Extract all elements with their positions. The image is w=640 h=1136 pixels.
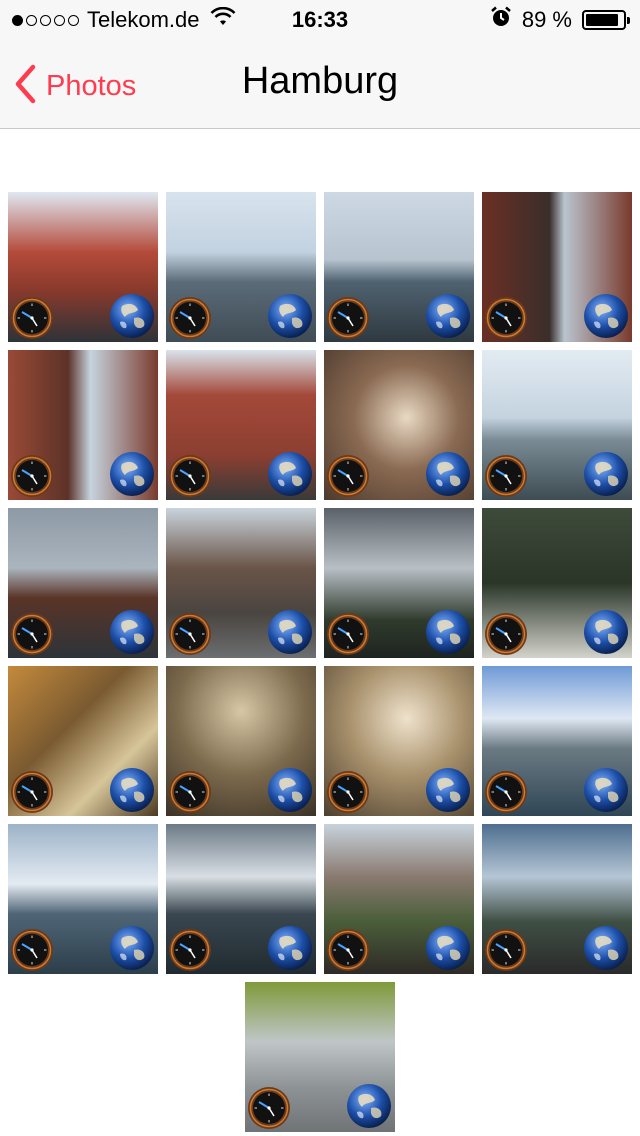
photo-thumbnail[interactable] xyxy=(8,192,158,342)
clock-icon xyxy=(326,770,370,814)
clock-icon xyxy=(484,770,528,814)
photo-thumbnail[interactable] xyxy=(324,192,474,342)
photo-thumbnail[interactable] xyxy=(8,508,158,658)
photo-thumbnail[interactable] xyxy=(8,666,158,816)
globe-icon xyxy=(582,924,630,972)
globe-icon xyxy=(424,766,472,814)
photo-thumbnail[interactable] xyxy=(8,824,158,974)
globe-icon xyxy=(108,608,156,656)
photo-thumbnail[interactable] xyxy=(482,666,632,816)
photo-thumbnail[interactable] xyxy=(166,508,316,658)
photo-thumbnail[interactable] xyxy=(482,350,632,500)
photo-thumbnail[interactable] xyxy=(166,666,316,816)
photo-thumbnail[interactable] xyxy=(482,192,632,342)
battery-percent: 89 % xyxy=(521,7,572,32)
photo-grid[interactable] xyxy=(0,0,640,1136)
globe-icon xyxy=(582,608,630,656)
status-right: 89 % xyxy=(490,6,630,34)
clock-icon xyxy=(10,454,54,498)
page-title: Hamburg xyxy=(241,60,399,102)
clock-icon xyxy=(484,296,528,340)
clock-icon xyxy=(168,454,212,498)
clock-icon xyxy=(10,612,54,656)
globe-icon xyxy=(108,924,156,972)
clock-icon xyxy=(168,928,212,972)
photo-thumbnail[interactable] xyxy=(324,824,474,974)
clock-icon xyxy=(484,612,528,656)
globe-icon xyxy=(582,766,630,814)
photo-thumbnail[interactable] xyxy=(166,192,316,342)
globe-icon xyxy=(266,766,314,814)
photo-thumbnail[interactable] xyxy=(166,824,316,974)
clock-icon xyxy=(326,454,370,498)
globe-icon xyxy=(424,608,472,656)
globe-icon xyxy=(424,450,472,498)
clock-icon xyxy=(168,296,212,340)
globe-icon xyxy=(108,292,156,340)
clock-icon xyxy=(247,1086,291,1130)
clock-icon xyxy=(10,296,54,340)
clock-icon xyxy=(326,296,370,340)
photo-thumbnail[interactable] xyxy=(324,666,474,816)
globe-icon xyxy=(108,450,156,498)
navigation-bar: Photos Hamburg xyxy=(0,40,640,129)
globe-icon xyxy=(266,450,314,498)
clock-icon xyxy=(168,612,212,656)
battery-icon xyxy=(582,10,630,30)
status-bar: Telekom.de 16:33 89 % xyxy=(0,0,640,40)
clock-icon xyxy=(484,928,528,972)
globe-icon xyxy=(266,292,314,340)
globe-icon xyxy=(108,766,156,814)
globe-icon xyxy=(266,608,314,656)
battery-fill xyxy=(586,14,619,26)
globe-icon xyxy=(345,1082,393,1130)
globe-icon xyxy=(424,924,472,972)
photo-thumbnail[interactable] xyxy=(166,350,316,500)
globe-icon xyxy=(424,292,472,340)
globe-icon xyxy=(582,292,630,340)
photo-thumbnail[interactable] xyxy=(324,508,474,658)
alarm-icon xyxy=(490,6,512,34)
clock-icon xyxy=(10,770,54,814)
photo-thumbnail[interactable] xyxy=(482,508,632,658)
clock-icon xyxy=(484,454,528,498)
photo-thumbnail[interactable] xyxy=(324,350,474,500)
globe-icon xyxy=(582,450,630,498)
clock-icon xyxy=(326,612,370,656)
clock-icon xyxy=(168,770,212,814)
photo-thumbnail[interactable] xyxy=(482,824,632,974)
photo-thumbnail[interactable] xyxy=(245,982,395,1132)
globe-icon xyxy=(266,924,314,972)
clock-icon xyxy=(326,928,370,972)
photo-thumbnail[interactable] xyxy=(8,350,158,500)
clock-icon xyxy=(10,928,54,972)
